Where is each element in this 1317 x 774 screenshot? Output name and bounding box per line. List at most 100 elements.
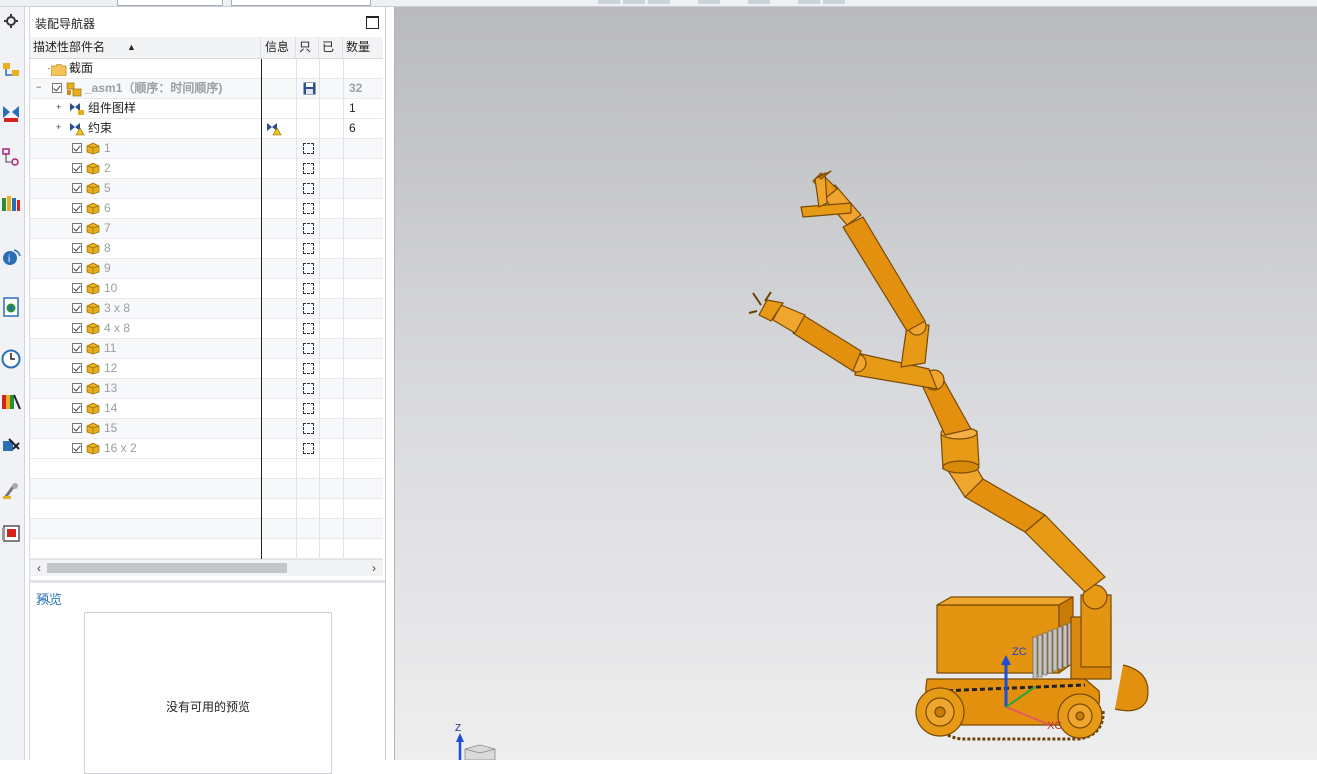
visibility-checkbox[interactable] (72, 383, 82, 393)
navigator-tree: 截面 − _asm1（顺序：时间顺序) 32 + 组件图样 1 + 约束 6 1… (30, 59, 383, 559)
tree-row-part[interactable]: 16 x 2 (30, 439, 383, 459)
visibility-checkbox[interactable] (72, 443, 82, 453)
expand-icon[interactable]: + (56, 103, 63, 112)
visibility-checkbox[interactable] (72, 323, 82, 333)
tree-row-part[interactable]: 14 (30, 399, 383, 419)
snap-button[interactable] (623, 0, 645, 4)
collapse-chevron-icon[interactable]: ︿ (36, 586, 377, 607)
tree-row-label: _asm1（顺序：时间顺序) (85, 81, 223, 95)
tree-row-part[interactable]: 7 (30, 219, 383, 239)
visibility-checkbox[interactable] (72, 403, 82, 413)
visibility-checkbox[interactable] (72, 223, 82, 233)
tree-row-part[interactable]: 8 (30, 239, 383, 259)
tree-row-part[interactable]: 11 (30, 339, 383, 359)
readonly-indicator (303, 343, 314, 354)
tree-row-label: 14 (104, 401, 118, 415)
visibility-checkbox[interactable] (72, 263, 82, 273)
column-header-readonly[interactable]: 只 (296, 37, 319, 58)
tree-row-part[interactable]: 6 (30, 199, 383, 219)
readonly-indicator (303, 443, 314, 454)
visibility-checkbox[interactable] (72, 423, 82, 433)
empty-row (30, 539, 383, 559)
tree-row-part[interactable]: 15 (30, 419, 383, 439)
column-header-name[interactable]: 描述性部件名 ▲ (30, 37, 261, 58)
axis-label-xc: XC (1047, 720, 1062, 732)
tree-row-label: 6 (104, 201, 111, 215)
tree-row-part[interactable]: 13 (30, 379, 383, 399)
snap-button[interactable] (748, 0, 770, 4)
tree-row-label: 8 (104, 241, 111, 255)
visibility-checkbox[interactable] (72, 343, 82, 353)
tree-row-part[interactable]: 1 (30, 139, 383, 159)
scroll-left-icon[interactable]: ‹ (32, 560, 46, 576)
tree-row-part[interactable]: 5 (30, 179, 383, 199)
visibility-checkbox[interactable] (72, 283, 82, 293)
preview-area: 没有可用的预览 (84, 612, 332, 774)
scope-dropdown[interactable] (231, 0, 371, 6)
tree-row-label: 1 (104, 141, 111, 155)
tree-row-label: 截面 (69, 61, 94, 75)
tree-row-label: 15 (104, 421, 118, 435)
expand-icon[interactable]: + (56, 123, 63, 132)
process-studio-icon[interactable] (0, 431, 22, 459)
collapse-icon[interactable]: − (36, 83, 43, 92)
tree-row-part[interactable]: 3 x 8 (30, 299, 383, 319)
system-materials-icon[interactable] (0, 387, 22, 415)
column-header-count[interactable]: 数量 (343, 37, 383, 58)
readonly-indicator (303, 163, 314, 174)
snap-button[interactable] (798, 0, 820, 4)
readonly-indicator (303, 203, 314, 214)
visibility-checkbox[interactable] (72, 183, 82, 193)
visibility-checkbox[interactable] (72, 203, 82, 213)
visibility-checkbox[interactable] (72, 143, 82, 153)
tree-row-part[interactable]: 4 x 8 (30, 319, 383, 339)
assembly-navigator-icon[interactable] (0, 57, 22, 85)
manufacturing-wizard-icon[interactable] (0, 477, 22, 505)
column-divider (296, 59, 297, 559)
graphics-viewport[interactable]: ZC XC Z (394, 7, 1317, 760)
filter-dropdown[interactable] (117, 0, 223, 6)
snap-button[interactable] (823, 0, 845, 4)
column-header-modified[interactable]: 已 (319, 37, 343, 58)
tree-row-sections[interactable]: 截面 (30, 59, 383, 79)
tree-row-constraints[interactable]: + 约束 6 (30, 119, 383, 139)
column-divider[interactable] (261, 59, 262, 559)
history-icon[interactable] (0, 345, 22, 373)
snap-button[interactable] (648, 0, 670, 4)
reuse-library-icon[interactable] (0, 189, 22, 217)
tree-row-part[interactable]: 10 (30, 279, 383, 299)
tree-row-label: 约束 (88, 121, 113, 135)
visibility-checkbox[interactable] (72, 363, 82, 373)
horizontal-scrollbar[interactable]: ‹ › (30, 559, 383, 576)
tree-row-part[interactable]: 12 (30, 359, 383, 379)
constraint-navigator-icon[interactable] (0, 99, 22, 127)
tree-row-part[interactable]: 2 (30, 159, 383, 179)
readonly-indicator (303, 363, 314, 374)
roles-icon[interactable] (0, 519, 22, 547)
snap-button[interactable] (698, 0, 720, 4)
tree-row-label: 12 (104, 361, 118, 375)
hd3d-tools-icon[interactable]: i (0, 243, 22, 271)
tree-row-component-drawing[interactable]: + 组件图样 1 (30, 99, 383, 119)
visibility-checkbox[interactable] (72, 243, 82, 253)
column-header-info[interactable]: 信息 (262, 37, 296, 58)
column-divider (343, 59, 344, 559)
maximize-icon[interactable] (366, 16, 379, 29)
web-browser-icon[interactable] (0, 293, 22, 321)
preview-header[interactable]: 预览 ︿ (30, 583, 383, 609)
scrollbar-thumb[interactable] (47, 563, 287, 573)
column-header-name-label: 描述性部件名 (33, 40, 106, 54)
robot-model[interactable]: ZC XC Z (395, 7, 1317, 760)
snap-button[interactable] (598, 0, 620, 4)
tree-row-asm1[interactable]: − _asm1（顺序：时间顺序) 32 (30, 79, 383, 99)
scroll-right-icon[interactable]: › (367, 560, 381, 576)
readonly-indicator (303, 143, 314, 154)
visibility-checkbox[interactable] (52, 83, 62, 93)
gear-icon[interactable] (0, 7, 22, 35)
tree-row-part[interactable]: 9 (30, 259, 383, 279)
visibility-checkbox[interactable] (72, 163, 82, 173)
tree-row-label: 3 x 8 (104, 301, 131, 315)
ribbon-strip (0, 0, 1317, 7)
visibility-checkbox[interactable] (72, 303, 82, 313)
part-navigator-icon[interactable] (0, 143, 22, 171)
